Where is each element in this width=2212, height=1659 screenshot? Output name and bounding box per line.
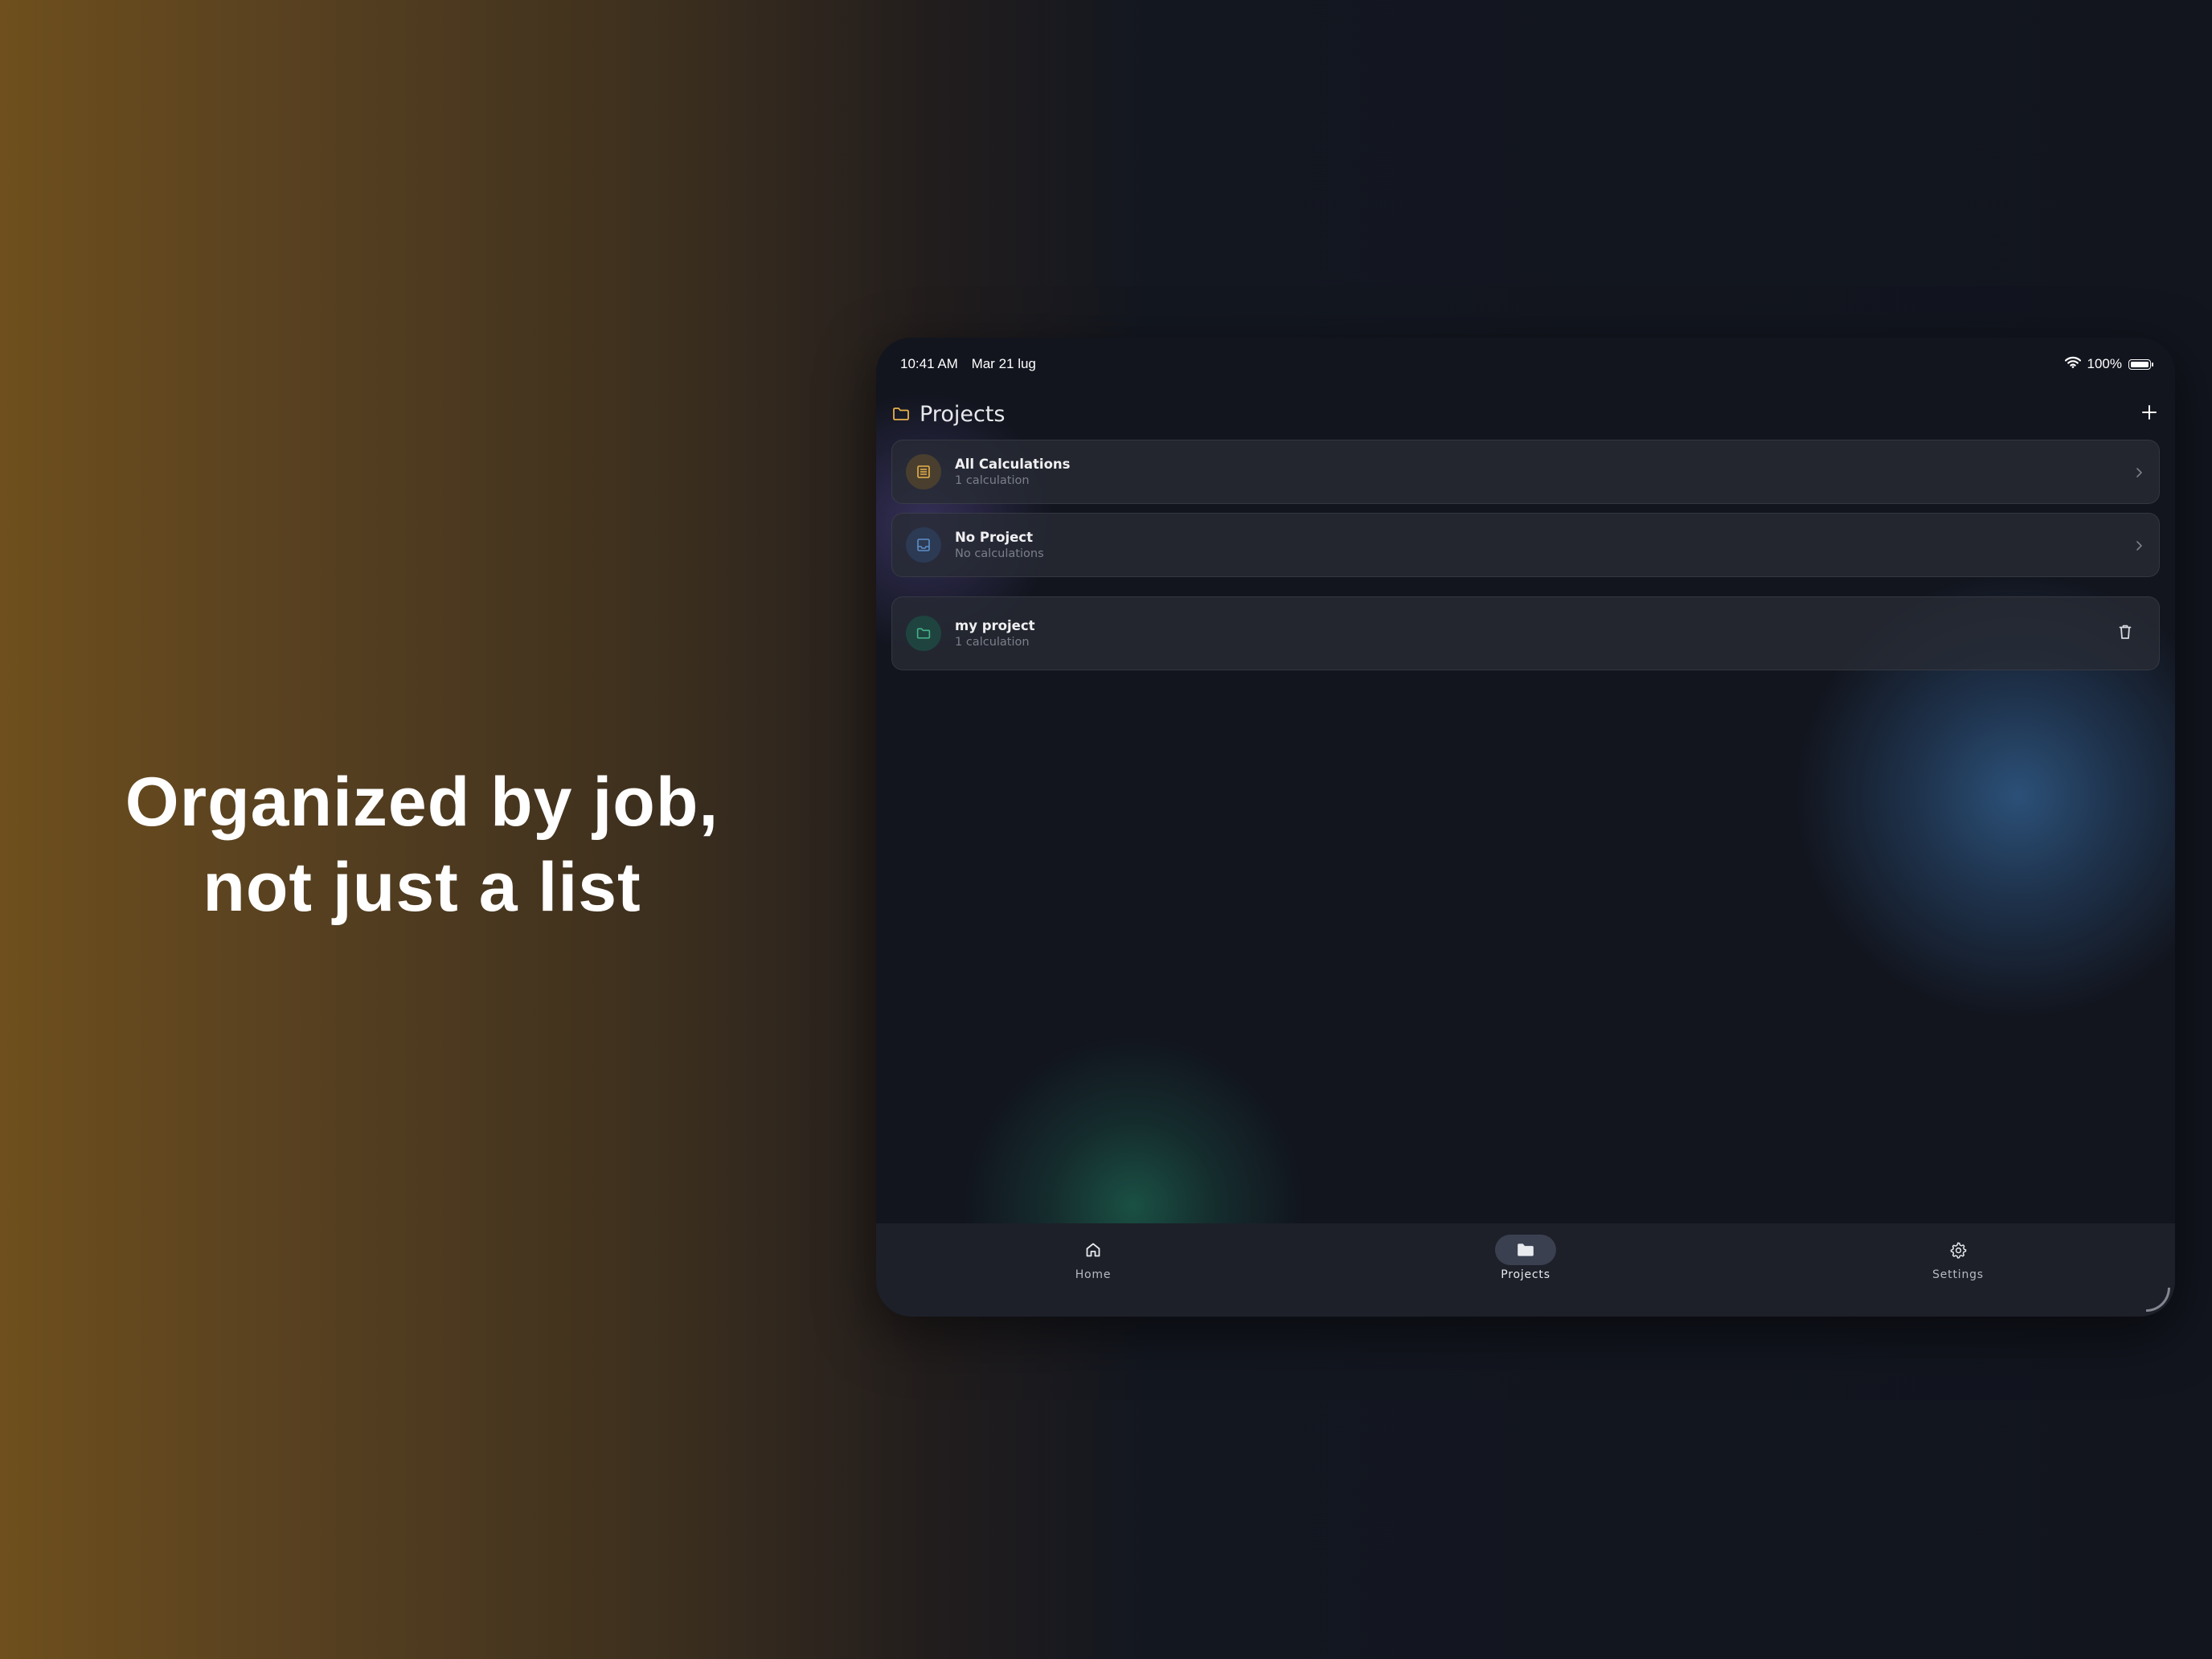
item-subtitle: No calculations [955,547,1044,560]
page-title: Projects [920,401,1006,427]
tab-bar: Home Projects Settings [876,1223,2175,1317]
folder-icon [892,407,910,421]
item-title: All Calculations [955,457,1071,472]
chevron-right-icon [2133,467,2144,478]
trash-icon [2119,624,2132,643]
chevron-right-icon [2133,540,2144,551]
wifi-icon [2064,356,2081,372]
tablet-screen: 10:41 AM Mar 21 lug 100% Projects All Ca… [876,338,2175,1317]
plus-icon [2141,404,2157,424]
inbox-icon [906,527,941,563]
list-item-project[interactable]: my project 1 calculation [891,596,2160,670]
item-subtitle: 1 calculation [955,474,1030,487]
headline-line-2: not just a list [203,849,641,926]
folder-icon [906,616,941,651]
item-title: my project [955,618,1035,633]
home-icon [1063,1235,1124,1265]
promo-headline: Organized by job, not just a list [32,760,812,930]
tab-label-projects: Projects [1501,1268,1550,1281]
tab-label-home: Home [1075,1268,1112,1281]
item-title: No Project [955,530,1033,545]
add-project-button[interactable] [2136,401,2162,427]
list-item-no-project[interactable]: No Project No calculations [891,513,2160,577]
tab-home[interactable]: Home [1029,1235,1157,1299]
list-item-all-calculations[interactable]: All Calculations 1 calculation [891,440,2160,504]
item-subtitle: 1 calculation [955,636,1030,649]
tab-label-settings: Settings [1932,1268,1984,1281]
status-time: 10:41 AM [900,356,958,371]
headline-line-1: Organized by job, [125,764,719,841]
battery-icon [2128,358,2153,370]
gear-icon [1927,1235,1989,1265]
list-icon [906,454,941,490]
delete-project-button[interactable] [2117,625,2133,642]
battery-percentage: 100% [2087,356,2122,371]
folder-icon [1495,1235,1556,1265]
status-date: Mar 21 lug [971,356,1036,371]
navigation-bar: Projects [876,379,2175,449]
resize-corner-indicator [2146,1288,2170,1312]
status-bar: 10:41 AM Mar 21 lug 100% [900,349,2153,379]
tab-projects[interactable]: Projects [1461,1235,1590,1299]
tab-settings[interactable]: Settings [1894,1235,2022,1299]
